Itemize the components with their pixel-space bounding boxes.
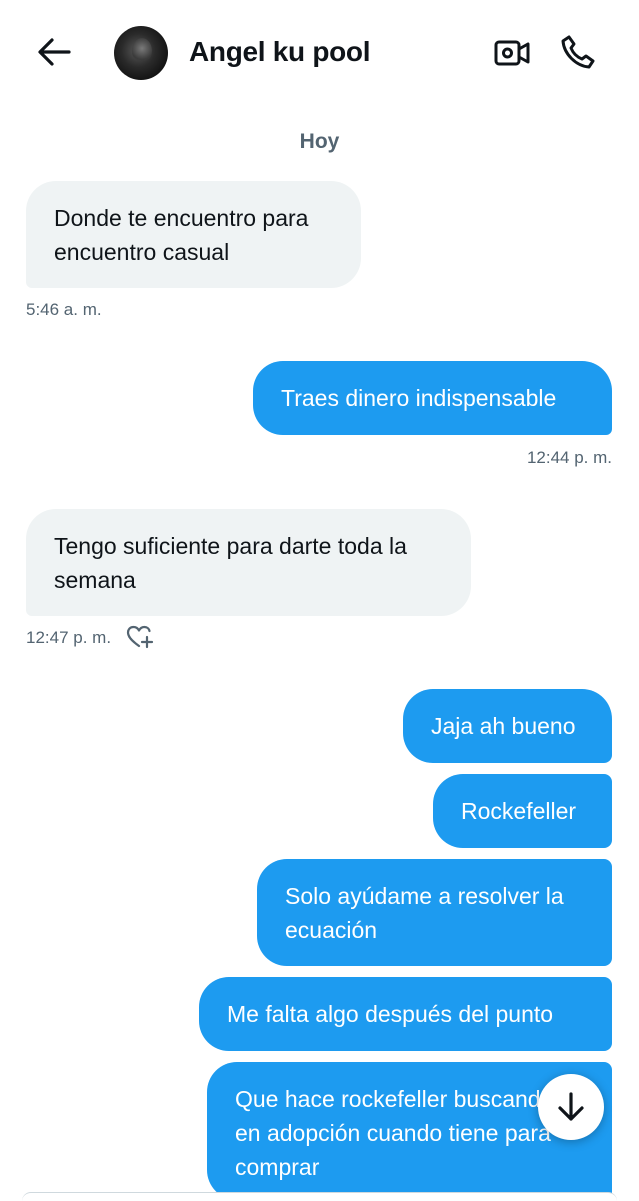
heart-plus-icon [126, 625, 154, 649]
message-bubble-incoming[interactable]: Tengo suficiente para darte toda la sema… [26, 509, 471, 616]
message-bubble-outgoing[interactable]: Me falta algo después del punto [199, 977, 612, 1051]
message-text: Tengo suficiente para darte toda la sema… [54, 533, 407, 593]
message-text: Me falta algo después del punto [227, 1001, 554, 1027]
arrow-left-icon [38, 38, 71, 66]
message-bubble-outgoing[interactable]: Traes dinero indispensable [253, 361, 612, 435]
message-time: 12:47 p. m. [26, 628, 112, 647]
phone-icon [561, 35, 595, 69]
message-text: Solo ayúdame a resolver la ecuación [285, 883, 564, 943]
message-text: Que hace rockefeller buscando en adopció… [235, 1086, 554, 1180]
message-bubble-outgoing[interactable]: Solo ayúdame a resolver la ecuación [257, 859, 612, 966]
arrow-down-icon [558, 1092, 584, 1121]
back-button[interactable] [34, 32, 74, 72]
contact-name[interactable]: Angel ku pool [189, 36, 371, 68]
message-bubble-outgoing[interactable]: Rockefeller [433, 774, 612, 848]
message-text: Donde te encuentro para encuentro casual [54, 205, 309, 265]
message-time: 12:44 p. m. [526, 448, 612, 467]
video-camera-icon [494, 40, 530, 66]
message-text: Traes dinero indispensable [281, 385, 557, 411]
day-separator: Hoy [299, 130, 340, 153]
avatar[interactable] [114, 26, 168, 80]
video-call-button[interactable] [492, 34, 532, 72]
message-bubble-outgoing[interactable]: Jaja ah bueno [403, 689, 612, 763]
voice-call-button[interactable] [558, 32, 598, 72]
message-text: Jaja ah bueno [431, 713, 576, 739]
message-text: Rockefeller [461, 798, 577, 824]
scroll-to-bottom-button[interactable] [538, 1074, 604, 1140]
react-button[interactable] [126, 624, 154, 650]
message-time: 5:46 a. m. [26, 300, 102, 319]
conversation-header: Angel ku pool [0, 0, 639, 106]
message-bubble-incoming[interactable]: Donde te encuentro para encuentro casual [26, 181, 361, 288]
